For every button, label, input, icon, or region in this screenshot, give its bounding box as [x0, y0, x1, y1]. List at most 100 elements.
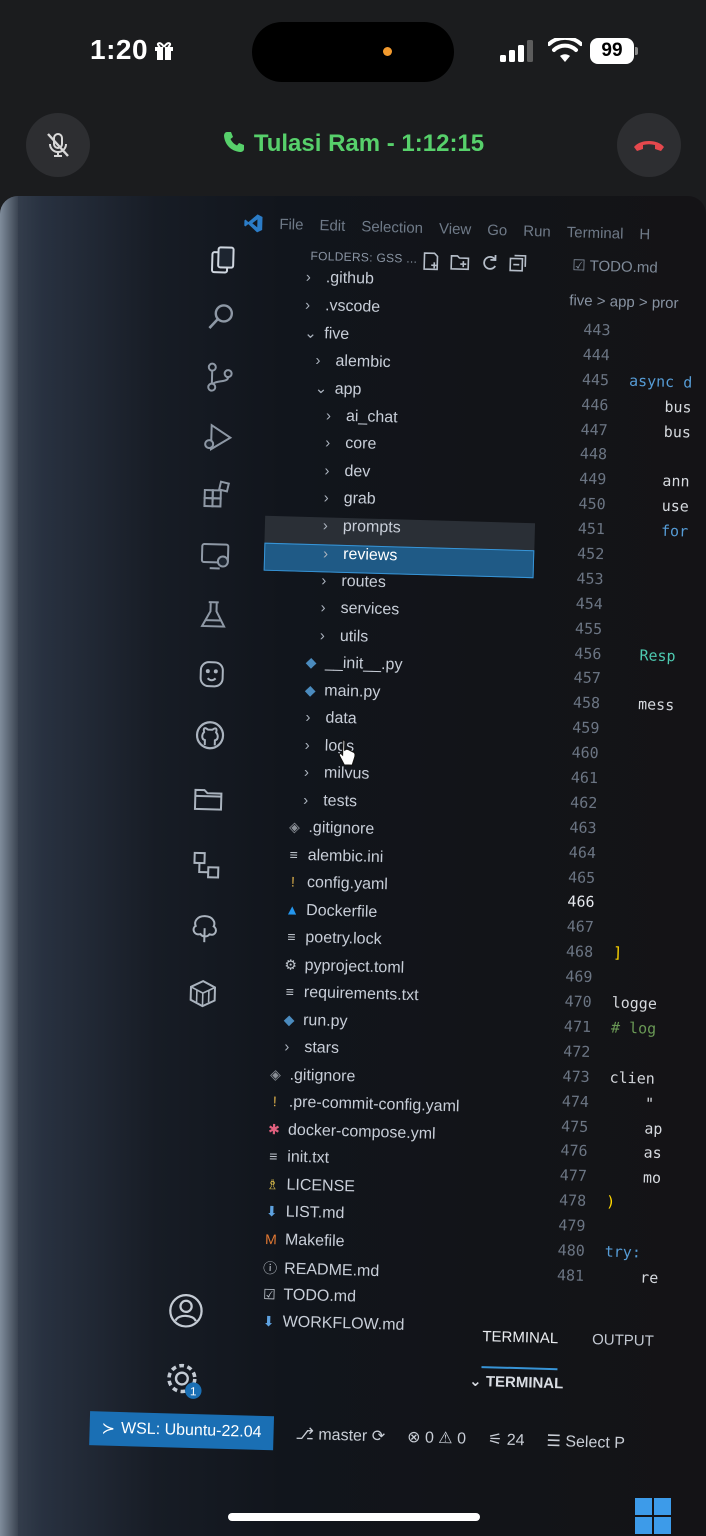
- terminal-section-header[interactable]: ⌄ TERMINAL: [469, 1372, 564, 1393]
- chevron-right-icon: ›: [321, 571, 327, 589]
- accounts-icon[interactable]: [166, 1291, 205, 1330]
- sync-icon: ⟳: [371, 1428, 386, 1446]
- mouse-pointer-icon: [338, 739, 356, 766]
- license-file-icon: ♗: [266, 1175, 280, 1192]
- chevron-right-icon: ›: [325, 406, 332, 424]
- gift-icon: [155, 42, 173, 60]
- menu-edit[interactable]: Edit: [319, 217, 345, 235]
- call-label: Tulasi Ram - 1:12:15: [253, 130, 485, 157]
- tree-item-label: requirements.txt: [303, 983, 419, 1005]
- info-file-icon: ⓘ: [262, 1259, 278, 1277]
- windows-start-icon[interactable]: [633, 1496, 673, 1536]
- makefile-file-icon: M: [264, 1230, 278, 1247]
- menu-file[interactable]: File: [279, 215, 304, 233]
- new-folder-icon: [450, 254, 470, 271]
- remote-indicator[interactable]: ≻ WSL: Ubuntu-22.04: [89, 1411, 274, 1451]
- chevron-down-icon: ⌄: [314, 380, 328, 398]
- line-number: 475: [560, 1116, 589, 1136]
- menu-selection[interactable]: Selection: [361, 218, 423, 237]
- chevron-right-icon: ›: [324, 434, 331, 452]
- markdown-file-icon: ⬇: [265, 1202, 278, 1220]
- privacy-indicator-dot: [383, 47, 392, 56]
- line-number: 474: [561, 1091, 590, 1111]
- menu-run[interactable]: Run: [523, 222, 551, 240]
- breadcrumb[interactable]: five > app > pror: [569, 292, 679, 312]
- tree-item-label: reviews: [342, 545, 398, 565]
- line-number: 469: [565, 967, 593, 987]
- tree-item-label: .github: [325, 269, 375, 288]
- yaml-file-icon: !: [272, 1093, 277, 1110]
- chevron-right-icon: ›: [322, 516, 329, 534]
- tab-output[interactable]: OUTPUT: [591, 1331, 654, 1373]
- extensions-icon[interactable]: [199, 478, 234, 513]
- broadcast-icon: ⚟: [487, 1431, 503, 1449]
- line-number: 443: [583, 320, 611, 340]
- tab-terminal[interactable]: TERMINAL: [481, 1328, 559, 1371]
- menu-view[interactable]: View: [439, 220, 472, 238]
- warning-count: 0: [456, 1430, 467, 1448]
- line-number: 457: [573, 668, 602, 688]
- branch-indicator[interactable]: ⎇ master ⟳: [295, 1424, 385, 1446]
- code-editor[interactable]: async d bus bus ann use for Resp mess] lo…: [604, 322, 706, 1298]
- line-number: 471: [563, 1017, 592, 1036]
- menu-go[interactable]: Go: [487, 221, 507, 239]
- text-file-icon: ≡: [289, 846, 299, 863]
- tree-item-label: alembic.ini: [307, 846, 384, 866]
- source-control-icon[interactable]: [203, 360, 238, 395]
- search-icon[interactable]: [204, 300, 239, 335]
- line-number: 467: [566, 917, 595, 937]
- end-call-button[interactable]: [617, 113, 681, 177]
- menu-help[interactable]: H: [639, 226, 650, 243]
- line-number: 480: [557, 1241, 586, 1260]
- line-number: 464: [568, 843, 597, 862]
- tree-item-label: dev: [344, 462, 371, 481]
- chevron-down-icon: ⌄: [304, 324, 318, 343]
- tree-item-label: LICENSE: [286, 1176, 356, 1195]
- problems-indicator[interactable]: ⊗ 0 ⚠ 0: [407, 1427, 466, 1449]
- tree-item-label: run.py: [302, 1011, 348, 1030]
- chevron-right-icon: ›: [304, 296, 311, 314]
- refresh-icon: [483, 255, 497, 270]
- line-number: 470: [564, 992, 592, 1012]
- line-number: 481: [556, 1265, 585, 1285]
- call-status[interactable]: Tulasi Ram - 1:12:15: [0, 130, 706, 158]
- github-icon[interactable]: [193, 718, 228, 753]
- tab-todo-md[interactable]: ☑ TODO.md: [572, 256, 658, 276]
- yaml-file-icon: !: [290, 873, 296, 890]
- testing-flask-icon[interactable]: [196, 598, 231, 633]
- run-debug-icon[interactable]: [201, 420, 236, 455]
- list-icon: ☰: [546, 1432, 562, 1451]
- folder-icon[interactable]: [191, 782, 226, 817]
- tree-item-label: .vscode: [324, 296, 381, 316]
- database-elephant-icon[interactable]: [194, 658, 229, 693]
- line-number: 452: [576, 544, 605, 564]
- gear-file-icon: ⚙: [284, 955, 298, 973]
- line-number: 455: [574, 619, 603, 638]
- ports-indicator[interactable]: ⚟ 24: [488, 1429, 525, 1450]
- tree-item-label: LIST.md: [285, 1203, 345, 1223]
- settings-gear-icon[interactable]: 1: [162, 1359, 203, 1400]
- compose-file-icon: ✱: [267, 1120, 281, 1137]
- ports-count: 24: [506, 1431, 525, 1450]
- tree-item-label: ai_chat: [345, 407, 398, 426]
- menu-terminal[interactable]: Terminal: [567, 224, 624, 243]
- branch-label: master: [318, 1426, 368, 1445]
- line-number: 466: [567, 892, 595, 912]
- home-indicator[interactable]: [228, 1513, 480, 1521]
- package-box-icon[interactable]: [185, 976, 220, 1011]
- file-tree: › .github › .vscode ⌄ five › alembic ⌄ app › ai_cha…: [242, 268, 542, 1348]
- explorer-icon[interactable]: [206, 244, 241, 279]
- remote-label: WSL: Ubuntu-22.04: [120, 1420, 262, 1441]
- text-file-icon: ≡: [268, 1148, 278, 1165]
- chevron-right-icon: ›: [303, 791, 309, 809]
- containers-icon[interactable]: [189, 848, 224, 883]
- tree-icon[interactable]: [187, 912, 222, 947]
- remote-explorer-icon[interactable]: [198, 538, 233, 573]
- end-call-icon: [634, 141, 664, 151]
- tree-item-label: Dockerfile: [305, 901, 378, 921]
- chevron-right-icon: ›: [303, 763, 310, 782]
- line-number: 463: [569, 818, 597, 837]
- tree-item-label: prompts: [342, 517, 401, 536]
- select-interpreter[interactable]: ☰ Select P: [546, 1431, 625, 1453]
- line-number: 461: [570, 768, 599, 788]
